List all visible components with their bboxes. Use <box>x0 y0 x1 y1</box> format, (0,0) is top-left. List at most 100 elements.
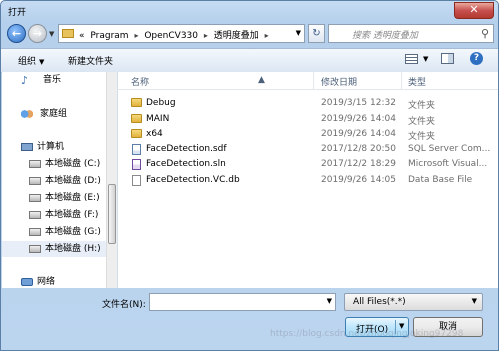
sidebar-item-drive-e[interactable]: 本地磁盘 (E:) <box>2 190 106 206</box>
sidebar-item-drive-d[interactable]: 本地磁盘 (D:) <box>2 173 106 189</box>
sort-indicator-icon: ▲ <box>258 75 265 85</box>
filename-input[interactable]: ▼ <box>149 293 336 311</box>
search-input[interactable]: 搜索 透明度叠加 ⚲ <box>328 24 494 43</box>
sidebar-item-homegroup[interactable]: 家庭组 <box>2 106 106 122</box>
sidebar-item-label: 本地磁盘 (D:) <box>45 176 101 186</box>
search-placeholder: 搜索 透明度叠加 <box>352 31 418 41</box>
view-dropdown-icon[interactable]: ▼ <box>423 55 428 63</box>
breadcrumb-item[interactable]: OpenCV330 <box>144 31 198 41</box>
sidebar-item-label: 本地磁盘 (G:) <box>45 227 101 237</box>
network-icon <box>21 278 33 286</box>
file-date: 2017/12/8 20:50 <box>321 144 396 154</box>
sidebar-item-label: 网络 <box>37 277 56 287</box>
sidebar-item-label: 计算机 <box>37 142 65 152</box>
organize-button[interactable]: 组织 ▼ <box>18 54 44 67</box>
file-row[interactable]: FaceDetection.sln 2017/12/2 18:29 Micros… <box>118 157 498 173</box>
file-type-filter-value: All Files(*.*) <box>353 297 406 307</box>
organize-label: 组织 <box>18 57 37 67</box>
drive-icon <box>29 160 41 168</box>
file-name: FaceDetection.sln <box>146 159 226 169</box>
breadcrumb-item[interactable]: Pragram <box>90 31 128 41</box>
forward-button[interactable]: → <box>28 24 47 43</box>
sidebar-item-drive-f[interactable]: 本地磁盘 (F:) <box>2 207 106 223</box>
sidebar-item-label: 本地磁盘 (F:) <box>45 210 99 220</box>
file-date: 2019/9/26 14:04 <box>321 114 396 124</box>
scrollbar-thumb[interactable] <box>108 184 116 244</box>
file-type: Microsoft Visual... <box>408 159 488 169</box>
open-file-dialog: 打开 ✕ ← → ▼ « Pragram ▸ OpenCV330 ▸ 透明度叠加… <box>0 0 499 351</box>
file-row[interactable]: x64 2019/9/26 14:04 文件夹 <box>118 127 498 143</box>
file-row[interactable]: MAIN 2019/9/26 14:04 文件夹 <box>118 112 498 128</box>
sidebar-item-network[interactable]: 网络 <box>2 274 106 288</box>
file-list: 名称 ▲ 修改日期 类型 Debug 2019/3/15 12:32 文件夹 M… <box>118 72 498 288</box>
file-type: Data Base File <box>408 175 473 185</box>
file-type: 文件夹 <box>408 132 436 142</box>
file-date: 2019/9/26 14:05 <box>321 175 396 185</box>
file-date: 2017/12/2 18:29 <box>321 159 396 169</box>
search-icon[interactable]: ⚲ <box>481 27 489 40</box>
column-header-name[interactable]: 名称 <box>131 75 149 88</box>
navigation-pane: ♪ 音乐 家庭组 计算机 本地磁盘 (C:) 本地磁盘 (D:) 本地磁盘 (E… <box>2 72 118 288</box>
file-name: x64 <box>146 129 163 139</box>
sidebar-item-computer[interactable]: 计算机 <box>2 139 106 155</box>
file-date: 2019/3/15 12:32 <box>321 98 396 108</box>
dialog-footer: 文件名(N): ▼ All Files(*.*) ▼ 打开(O) ▼ 取消 <box>1 288 498 350</box>
sln-file-icon <box>132 159 141 170</box>
sidebar-item-drive-h[interactable]: 本地磁盘 (H:) <box>2 241 106 257</box>
sidebar-item-label: 本地磁盘 (H:) <box>45 244 101 254</box>
folder-icon <box>131 129 142 138</box>
db-file-icon <box>132 175 141 186</box>
homegroup-icon <box>21 110 33 118</box>
music-icon: ♪ <box>21 74 29 87</box>
address-bar[interactable]: « Pragram ▸ OpenCV330 ▸ 透明度叠加 ▸ ▼ <box>58 24 305 43</box>
file-date: 2019/9/26 14:04 <box>321 129 396 139</box>
sidebar-item-drive-g[interactable]: 本地磁盘 (G:) <box>2 224 106 240</box>
sdf-file-icon <box>132 144 141 155</box>
chevron-right-icon[interactable]: ▸ <box>134 31 138 40</box>
file-row[interactable]: FaceDetection.VC.db 2019/9/26 14:05 Data… <box>118 173 498 189</box>
column-header-type[interactable]: 类型 <box>408 75 426 88</box>
column-divider[interactable] <box>313 72 314 89</box>
file-type: 文件夹 <box>408 101 436 111</box>
file-type: 文件夹 <box>408 117 436 127</box>
drive-icon <box>29 245 41 253</box>
chevron-right-icon[interactable]: ▸ <box>265 31 269 40</box>
file-type-filter-select[interactable]: All Files(*.*) ▼ <box>344 293 483 311</box>
file-name: FaceDetection.VC.db <box>146 175 240 185</box>
file-type: SQL Server Com... <box>408 144 491 154</box>
title-bar: 打开 ✕ <box>1 1 498 21</box>
sidebar-item-drive-c[interactable]: 本地磁盘 (C:) <box>2 156 106 172</box>
file-name: MAIN <box>146 114 170 124</box>
preview-pane-icon[interactable] <box>441 53 454 64</box>
close-button[interactable]: ✕ <box>454 2 494 19</box>
command-bar: 组织 ▼ 新建文件夹 ▼ ? <box>1 48 498 73</box>
drive-icon <box>29 177 41 185</box>
window-title: 打开 <box>8 8 27 18</box>
help-icon[interactable]: ? <box>470 52 483 65</box>
chevron-down-icon[interactable]: ▼ <box>327 297 332 305</box>
breadcrumb-overflow[interactable]: « <box>79 31 85 41</box>
file-name: Debug <box>146 98 176 108</box>
breadcrumb-item[interactable]: 透明度叠加 <box>214 31 259 41</box>
chevron-down-icon: ▼ <box>471 297 477 305</box>
recent-pages-dropdown-icon[interactable]: ▼ <box>49 30 54 38</box>
sidebar-item-music[interactable]: ♪ 音乐 <box>2 72 106 88</box>
computer-icon <box>21 143 33 151</box>
view-options-icon[interactable] <box>405 54 418 64</box>
file-row[interactable]: FaceDetection.sdf 2017/12/8 20:50 SQL Se… <box>118 142 498 158</box>
chevron-right-icon[interactable]: ▸ <box>204 31 208 40</box>
refresh-button[interactable]: ↻ <box>308 24 325 43</box>
folder-icon <box>131 114 142 123</box>
breadcrumb: « Pragram ▸ OpenCV330 ▸ 透明度叠加 ▸ <box>79 28 272 41</box>
column-header-date[interactable]: 修改日期 <box>321 75 357 88</box>
new-folder-button[interactable]: 新建文件夹 <box>68 54 113 67</box>
file-row[interactable]: Debug 2019/3/15 12:32 文件夹 <box>118 96 498 112</box>
address-history-dropdown-icon[interactable]: ▼ <box>296 29 301 37</box>
drive-icon <box>29 228 41 236</box>
column-divider[interactable] <box>401 72 402 89</box>
back-button[interactable]: ← <box>7 24 26 43</box>
folder-icon <box>131 98 142 107</box>
sidebar-scrollbar[interactable] <box>106 72 117 288</box>
sidebar-item-label: 本地磁盘 (E:) <box>45 193 100 203</box>
folder-icon <box>62 29 74 38</box>
